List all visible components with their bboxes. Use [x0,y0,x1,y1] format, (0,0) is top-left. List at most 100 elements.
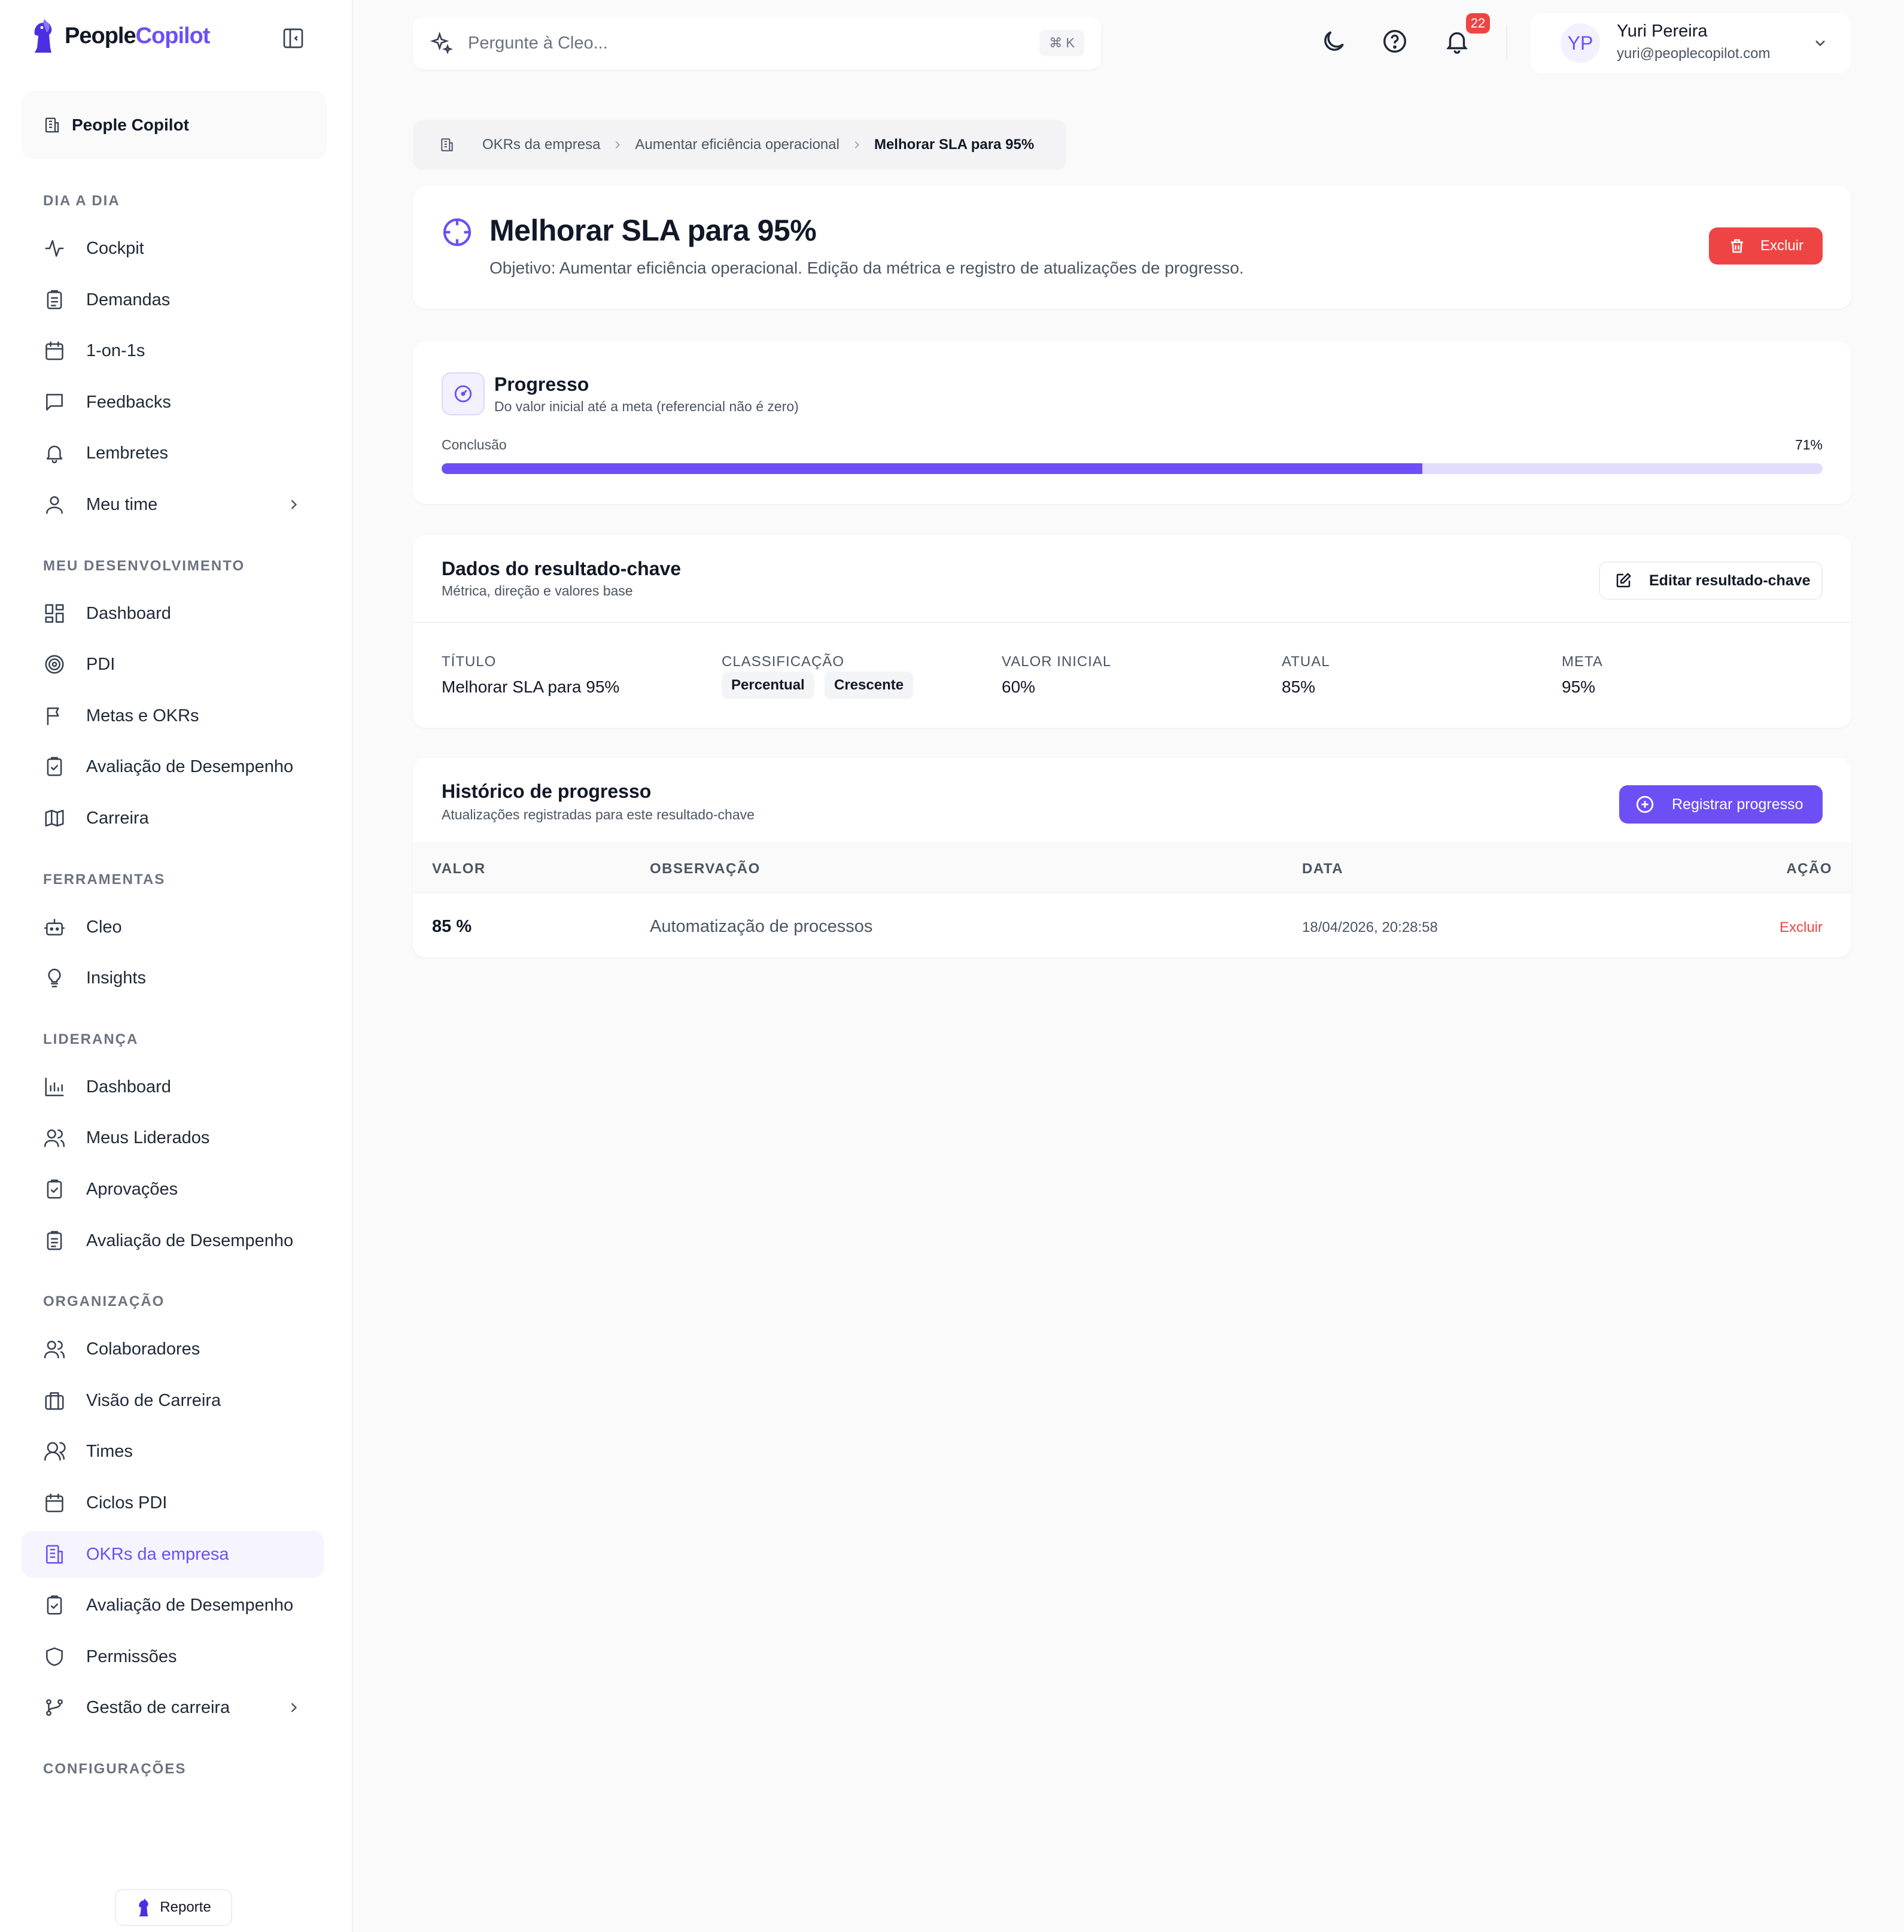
row-value: 85 % [432,917,472,936]
section-configuracoes: CONFIGURAÇÕES [43,1761,187,1777]
sidebar-item-label: Carreira [86,808,149,828]
message-square-icon [43,391,66,414]
sidebar-item-okrs-da-empresa[interactable]: OKRs da empresa [22,1531,324,1578]
sidebar-item-lembretes[interactable]: Lembretes [22,430,324,476]
edit-kr-button[interactable]: Editar resultado-chave [1599,561,1823,600]
sidebar-item-label: Meu time [86,494,158,514]
moon-icon[interactable] [1320,28,1348,55]
register-progress-button[interactable]: Registrar progresso [1619,785,1823,824]
col-acao: AÇÃO [1786,861,1832,877]
help-icon[interactable] [1381,28,1409,55]
brand-logo[interactable]: PeopleCopilot [29,17,210,55]
field-title-label: TÍTULO [442,654,497,670]
sidebar: PeopleCopilot People Copilot DIA A DIA Co… [0,0,353,1932]
crosshair-icon [440,215,474,249]
avatar: YP [1561,23,1600,63]
card-divider [413,622,1851,623]
calendar-icon [43,1491,66,1514]
sidebar-item-times[interactable]: Times [22,1428,324,1475]
sidebar-item-visao-de-carreira[interactable]: Visão de Carreira [22,1377,324,1424]
sidebar-item-1-on-1s[interactable]: 1-on-1s [22,327,324,374]
sidebar-item-colaboradores[interactable]: Colaboradores [22,1326,324,1372]
row-delete-button[interactable]: Excluir [1780,919,1823,936]
breadcrumb-objective[interactable]: Aumentar eficiência operacional [635,136,840,153]
sidebar-item-label: Colaboradores [86,1339,200,1359]
sidebar-item-meu-time[interactable]: Meu time [22,481,324,528]
sidebar-item-avaliacao-de-desempenho[interactable]: Avaliação de Desempenho [22,1582,324,1629]
sidebar-item-cockpit[interactable]: Cockpit [22,225,324,272]
col-data: DATA [1302,861,1344,877]
sidebar-item-avaliacao-de-desempenho[interactable]: Avaliação de Desempenho [22,743,324,790]
sidebar-item-insights[interactable]: Insights [22,955,324,1001]
report-button[interactable]: Reporte [115,1889,232,1926]
sidebar-item-label: OKRs da empresa [86,1544,229,1564]
sidebar-item-dashboard[interactable]: Dashboard [22,1064,324,1110]
layout-dashboard-icon [43,602,66,625]
edit-kr-label: Editar resultado-chave [1649,572,1811,589]
sidebar-item-metas-e-okrs[interactable]: Metas e OKRs [22,692,324,739]
knight-logo-icon [136,1897,151,1918]
lightbulb-icon [43,967,66,989]
edit-icon [1614,572,1632,590]
breadcrumb-okrs[interactable]: OKRs da empresa [482,136,600,153]
cleo-search-input[interactable]: Pergunte à Cleo... ⌘ K [413,17,1101,69]
progress-subtitle: Do valor inicial até a meta (referencial… [494,399,799,414]
history-subtitle: Atualizações registradas para este resul… [442,807,755,822]
sidebar-item-ciclos-pdi[interactable]: Ciclos PDI [22,1480,324,1526]
sidebar-item-gestao-de-carreira[interactable]: Gestão de carreira [22,1684,324,1731]
kr-data-card: Dados do resultado-chave Métrica, direçã… [413,535,1851,728]
progress-bar [442,463,1823,474]
sidebar-item-dashboard[interactable]: Dashboard [22,590,324,637]
bot-icon [43,916,66,938]
section-organizacao: ORGANIZAÇÃO [43,1293,165,1310]
sidebar-item-label: Insights [86,968,146,988]
progress-bar-fill [442,463,1422,474]
page-title: Melhorar SLA para 95% [489,214,817,247]
sidebar-collapse-icon[interactable] [281,26,305,50]
kr-data-subtitle: Métrica, direção e valores base [442,583,633,599]
chevron-down-icon [1812,35,1829,51]
sidebar-item-feedbacks[interactable]: Feedbacks [22,379,324,426]
delete-kr-button[interactable]: Excluir [1709,227,1823,265]
sidebar-item-pdi[interactable]: PDI [22,641,324,688]
sidebar-item-cleo[interactable]: Cleo [22,904,324,950]
keyboard-shortcut: ⌘ K [1039,30,1084,56]
section-ferramentas: FERRAMENTAS [43,871,166,888]
sidebar-item-label: Feedbacks [86,392,171,412]
user-email: yuri@peoplecopilot.com [1617,45,1771,62]
sidebar-item-label: PDI [86,654,115,674]
sidebar-item-aprovacoes[interactable]: Aprovações [22,1166,324,1213]
sidebar-item-avaliacao-de-desempenho[interactable]: Avaliação de Desempenho [22,1217,324,1264]
class-pill-crescente: Crescente [825,672,914,699]
field-goal-value: 95% [1562,678,1596,696]
sparkles-icon [430,31,454,55]
section-lideranca: LIDERANÇA [43,1031,139,1047]
sidebar-item-label: Aprovações [86,1179,178,1199]
workspace-selector[interactable]: People Copilot [22,91,327,159]
sidebar-item-meus-liderados[interactable]: Meus Liderados [22,1114,324,1161]
building-icon [43,1543,66,1566]
user-name: Yuri Pereira [1617,22,1708,41]
sidebar-item-demandas[interactable]: Demandas [22,277,324,323]
sidebar-item-permissoes[interactable]: Permissões [22,1633,324,1680]
workspace-name: People Copilot [72,116,189,134]
progress-card: Progresso Do valor inicial até a meta (r… [413,341,1851,504]
bell-icon[interactable] [1443,28,1471,55]
chevron-right-icon [285,1699,302,1716]
title-card: Melhorar SLA para 95% Objetivo: Aumentar… [413,186,1851,309]
sidebar-item-label: Avaliação de Desempenho [86,1595,294,1615]
map-icon [43,807,66,830]
gauge-icon [442,372,485,415]
search-placeholder: Pergunte à Cleo... [468,33,608,53]
user-menu[interactable]: YP Yuri Pereira yuri@peoplecopilot.com [1531,13,1850,73]
shield-icon [43,1645,66,1668]
progress-title: Progresso [494,373,589,395]
col-valor: VALOR [432,861,486,877]
class-pill-percentual: Percentual [722,672,814,699]
building-icon [439,137,455,153]
chevron-right-icon [850,138,863,151]
sidebar-item-label: Dashboard [86,1077,171,1096]
sidebar-item-carreira[interactable]: Carreira [22,795,324,842]
users-icon [43,1338,66,1360]
flag-icon [43,704,66,727]
